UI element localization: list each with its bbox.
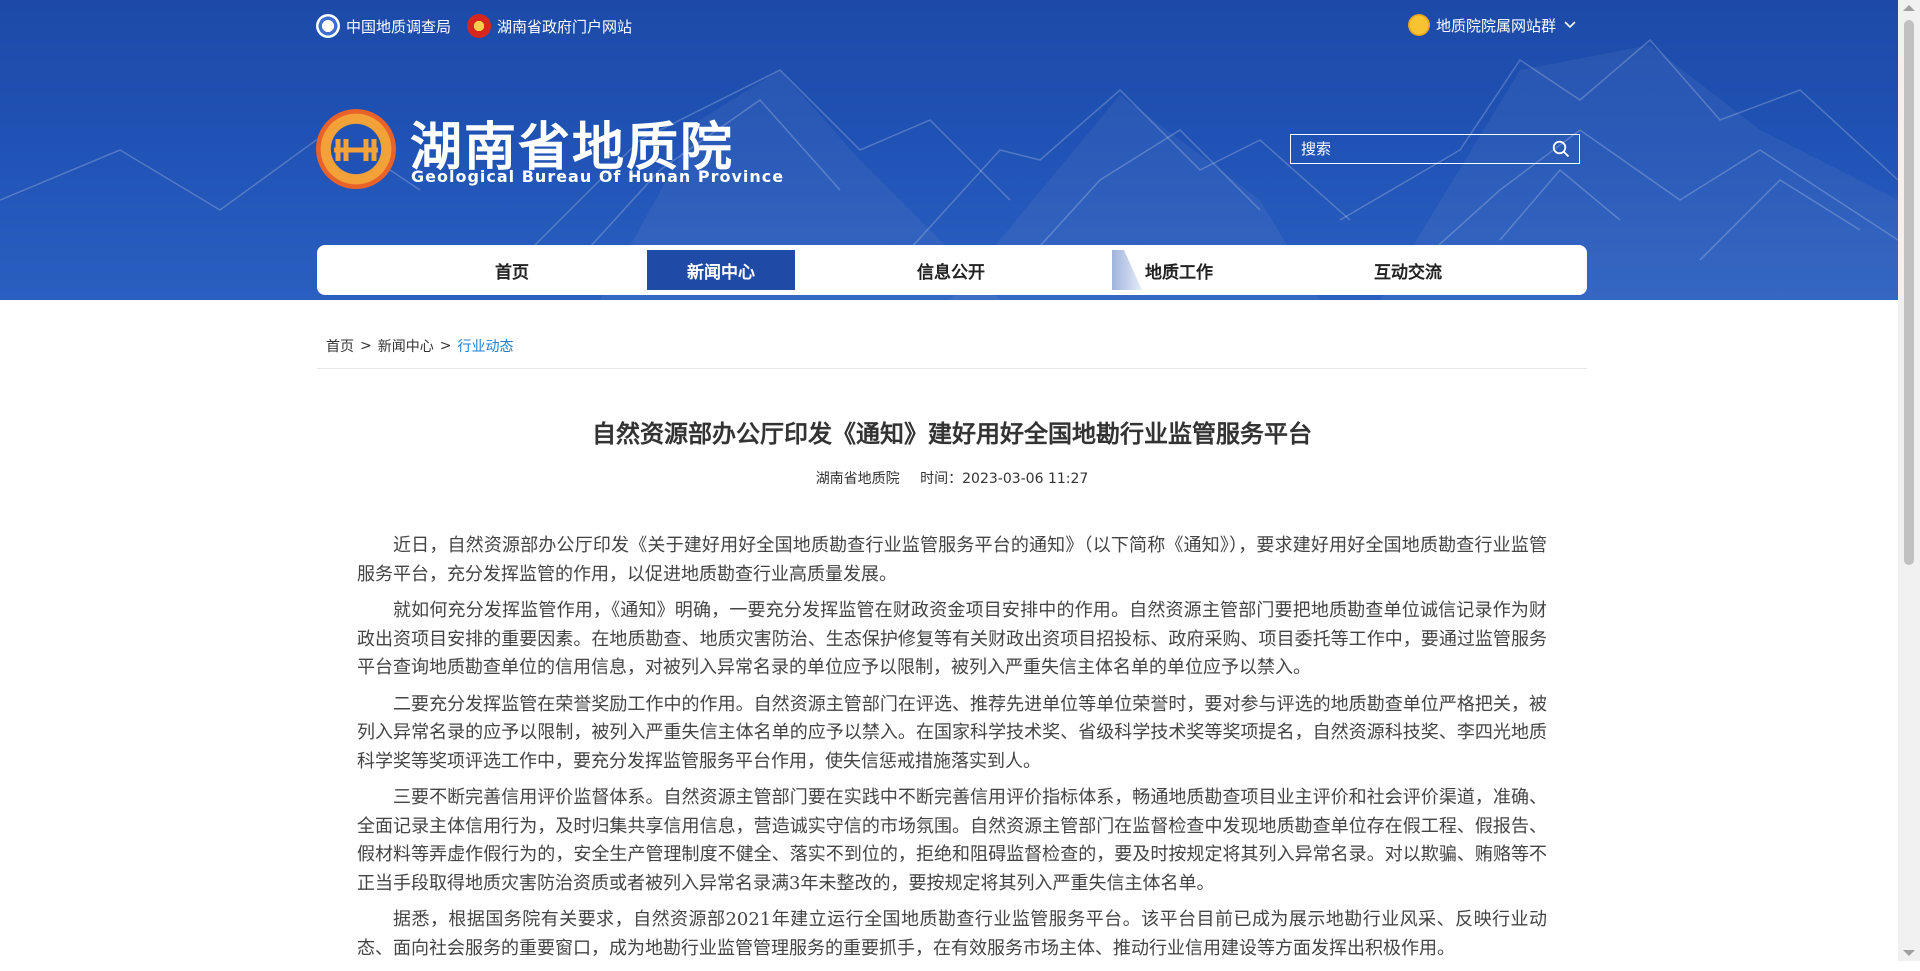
breadcrumb-separator: >	[360, 338, 372, 354]
nav-interaction[interactable]: 互动交流	[1334, 250, 1482, 290]
nav-news-center[interactable]: 新闻中心	[647, 250, 795, 290]
article-paragraph: 三要不断完善信用评价监督体系。自然资源主管部门要在实践中不断完善信用评价指标体系…	[357, 787, 1547, 894]
article-body: 近日，自然资源部办公厅印发《关于建好用好全国地质勘查行业监管服务平台的通知》（以…	[357, 532, 1547, 971]
search-icon	[1552, 140, 1570, 158]
breadcrumb-news-center[interactable]: 新闻中心	[378, 336, 434, 356]
article-paragraph: 据悉，根据国务院有关要求，自然资源部2021年建立运行全国地质勘查行业监管服务平…	[357, 909, 1547, 959]
hunan-gov-link[interactable]: 湖南省政府门户网站	[467, 14, 632, 38]
article-time: 时间：2023-03-06 11:27	[920, 471, 1089, 487]
globe-icon	[1408, 14, 1430, 36]
site-group-dropdown[interactable]: 地质院院属网站群	[1408, 14, 1576, 36]
site-group-label: 地质院院属网站群	[1436, 16, 1557, 35]
search-button[interactable]	[1543, 135, 1579, 163]
search-bar	[1290, 134, 1580, 164]
breadcrumb-current[interactable]: 行业动态	[457, 336, 513, 356]
breadcrumb-divider	[317, 368, 1587, 369]
cgs-link[interactable]: 中国地质调查局	[316, 14, 451, 38]
nav-geology-work[interactable]: 地质工作	[1105, 250, 1253, 290]
scroll-up-arrow-icon[interactable]	[1903, 5, 1915, 11]
search-input[interactable]	[1291, 135, 1543, 163]
article-paragraph: 就如何充分发挥监管作用，《通知》明确，一要充分发挥监管在财政资金项目安排中的作用…	[357, 600, 1547, 678]
logo-emblem-icon	[316, 109, 396, 189]
chevron-down-icon	[1564, 21, 1576, 29]
scroll-down-arrow-icon[interactable]	[1903, 950, 1915, 956]
logo-subtitle: Geological Bureau Of Hunan Province	[411, 167, 785, 186]
article-paragraph: 近日，自然资源部办公厅印发《关于建好用好全国地质勘查行业监管服务平台的通知》（以…	[357, 535, 1547, 585]
article-paragraph: 二要充分发挥监管在荣誉奖励工作中的作用。自然资源主管部门在评选、推荐先进单位等单…	[357, 693, 1547, 772]
nav-home[interactable]: 首页	[438, 250, 586, 290]
cgs-emblem-icon	[316, 14, 340, 38]
breadcrumb: 首页 > 新闻中心 > 行业动态	[326, 336, 513, 356]
scroll-thumb[interactable]	[1904, 20, 1914, 565]
article-title: 自然资源部办公厅印发《通知》建好用好全国地勘行业监管服务平台	[592, 420, 1312, 448]
cgs-link-label: 中国地质调查局	[346, 17, 452, 36]
hunan-gov-link-label: 湖南省政府门户网站	[497, 17, 633, 36]
breadcrumb-home[interactable]: 首页	[326, 336, 354, 356]
logo-mark-icon	[334, 139, 378, 161]
article-meta: 湖南省地质院 时间：2023-03-06 11:27	[317, 468, 1587, 488]
main-nav: 首页 新闻中心 信息公开 地质工作 互动交流	[317, 245, 1587, 295]
national-emblem-icon	[467, 14, 491, 38]
site-logo[interactable]: 湖南省地质院 Geological Bureau Of Hunan Provin…	[316, 105, 783, 190]
nav-info-disclosure[interactable]: 信息公开	[877, 250, 1025, 290]
site-header: 中国地质调查局 湖南省政府门户网站 地质院院属网站群 湖南省地质院 Geolog…	[0, 0, 1898, 300]
article-source: 湖南省地质院	[815, 471, 900, 487]
vertical-scrollbar[interactable]	[1898, 0, 1920, 961]
breadcrumb-separator: >	[439, 338, 452, 354]
